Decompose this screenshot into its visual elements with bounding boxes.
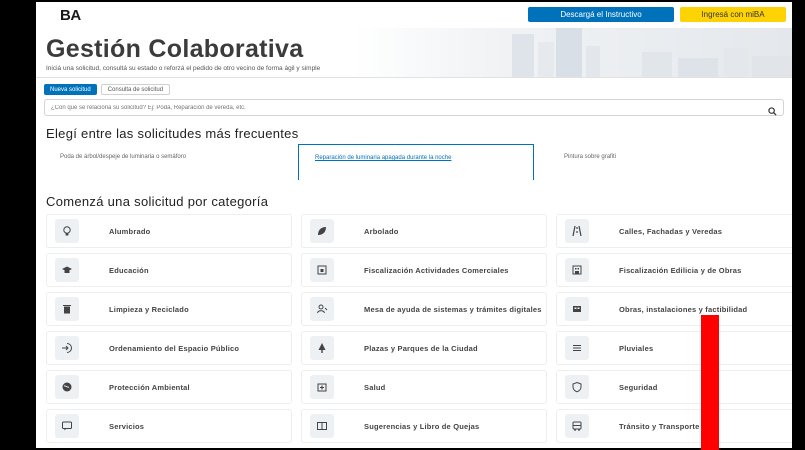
top-bar: BA Descargá el Instructivo Ingresá con m… bbox=[36, 2, 792, 28]
category-label: Educación bbox=[109, 265, 149, 275]
shield-icon bbox=[565, 375, 589, 399]
download-instructions-button[interactable]: Descargá el Instructivo bbox=[528, 7, 674, 22]
category-label: Protección Ambiental bbox=[109, 382, 190, 392]
ba-logo[interactable]: BA bbox=[60, 7, 81, 24]
tree-icon bbox=[310, 336, 334, 360]
request-tabs: Nueva solicitud Consulta de solicitud bbox=[36, 78, 792, 96]
medical-icon bbox=[310, 375, 334, 399]
building-icon bbox=[565, 258, 589, 282]
page-title: Gestión Colaborativa bbox=[46, 35, 304, 63]
category-label: Tránsito y Transporte bbox=[619, 421, 700, 431]
frequent-requests-list: Poda de árbol/despeje de luminaria o sem… bbox=[44, 144, 792, 180]
red-overlay-bar bbox=[701, 315, 719, 450]
category-card-ordenamiento[interactable]: Ordenamiento del Espacio Público bbox=[46, 331, 292, 365]
construction-icon bbox=[565, 297, 589, 321]
category-label: Fiscalización Actividades Comerciales bbox=[364, 265, 509, 275]
hero-banner: Gestión Colaborativa Iniciá una solicitu… bbox=[36, 28, 792, 78]
category-card-fiscalizacion-comercial[interactable]: Fiscalización Actividades Comerciales bbox=[301, 253, 547, 287]
frequent-item-tree-pruning[interactable]: Poda de árbol/despeje de luminaria o sem… bbox=[44, 144, 292, 180]
category-label: Calles, Fachadas y Veredas bbox=[619, 226, 723, 236]
category-label: Alumbrado bbox=[109, 226, 151, 236]
sign-in-icon bbox=[55, 336, 79, 360]
category-card-calles[interactable]: Calles, Fachadas y Veredas bbox=[556, 214, 792, 248]
category-card-arbolado[interactable]: Arbolado bbox=[301, 214, 547, 248]
category-card-seguridad[interactable]: Seguridad bbox=[556, 370, 792, 404]
categories-grid: Alumbrado Arbolado Calles, Fachadas y Ve… bbox=[36, 214, 792, 443]
frequent-item-graffiti[interactable]: Pintura sobre grafiti bbox=[534, 144, 782, 180]
category-card-educacion[interactable]: Educación bbox=[46, 253, 292, 287]
search-icon[interactable] bbox=[768, 103, 777, 121]
category-label: Salud bbox=[364, 382, 386, 392]
login-miba-button[interactable]: Ingresá con miBA bbox=[680, 7, 786, 22]
category-label: Ordenamiento del Espacio Público bbox=[109, 343, 240, 353]
drain-icon bbox=[565, 336, 589, 360]
category-card-mesa-ayuda[interactable]: Mesa de ayuda de sistemas y trámites dig… bbox=[301, 292, 547, 326]
search-input[interactable] bbox=[51, 104, 705, 111]
top-actions: Descargá el Instructivo Ingresá con miBA bbox=[528, 7, 786, 22]
chat-icon bbox=[55, 414, 79, 438]
category-card-limpieza[interactable]: Limpieza y Reciclado bbox=[46, 292, 292, 326]
tab-check-request[interactable]: Consulta de solicitud bbox=[100, 84, 171, 95]
search-bar bbox=[44, 99, 784, 116]
category-card-servicios[interactable]: Servicios bbox=[46, 409, 292, 443]
trash-icon bbox=[55, 297, 79, 321]
category-label: Limpieza y Reciclado bbox=[109, 304, 189, 314]
category-label: Sugerencias y Libro de Quejas bbox=[364, 421, 480, 431]
category-label: Mesa de ayuda de sistemas y trámites dig… bbox=[364, 304, 542, 314]
category-label: Fiscalización Edilicia y de Obras bbox=[619, 265, 742, 275]
category-label: Arbolado bbox=[364, 226, 399, 236]
lightbulb-icon bbox=[55, 219, 79, 243]
road-icon bbox=[565, 219, 589, 243]
category-label: Pluviales bbox=[619, 343, 654, 353]
category-card-obras[interactable]: Obras, instalaciones y factibilidad bbox=[556, 292, 792, 326]
store-icon bbox=[310, 258, 334, 282]
category-label: Seguridad bbox=[619, 382, 658, 392]
frequent-item-streetlight-repair[interactable]: Reparación de luminaria apagada durante … bbox=[298, 144, 534, 180]
category-label: Servicios bbox=[109, 421, 145, 431]
graduation-cap-icon bbox=[55, 258, 79, 282]
category-card-transito[interactable]: Tránsito y Transporte bbox=[556, 409, 792, 443]
category-card-salud[interactable]: Salud bbox=[301, 370, 547, 404]
frequent-requests-heading: Elegí entre las solicitudes más frecuent… bbox=[46, 126, 299, 141]
category-card-fiscalizacion-edilicia[interactable]: Fiscalización Edilicia y de Obras bbox=[556, 253, 792, 287]
tab-new-request[interactable]: Nueva solicitud bbox=[44, 84, 97, 95]
bus-icon bbox=[565, 414, 589, 438]
page: BA Descargá el Instructivo Ingresá con m… bbox=[36, 2, 792, 448]
page-subtitle: Iniciá una solicitud, consultá su estado… bbox=[46, 65, 321, 72]
category-card-pluviales[interactable]: Pluviales bbox=[556, 331, 792, 365]
category-label: Obras, instalaciones y factibilidad bbox=[619, 304, 748, 314]
support-icon bbox=[310, 297, 334, 321]
category-card-plazas[interactable]: Plazas y Parques de la Ciudad bbox=[301, 331, 547, 365]
city-skyline-image bbox=[512, 28, 792, 77]
category-card-proteccion-ambiental[interactable]: Protección Ambiental bbox=[46, 370, 292, 404]
book-icon bbox=[310, 414, 334, 438]
category-card-sugerencias[interactable]: Sugerencias y Libro de Quejas bbox=[301, 409, 547, 443]
category-label: Plazas y Parques de la Ciudad bbox=[364, 343, 478, 353]
globe-icon bbox=[55, 375, 79, 399]
category-card-alumbrado[interactable]: Alumbrado bbox=[46, 214, 292, 248]
categories-heading: Comenzá una solicitud por categoría bbox=[46, 194, 269, 209]
leaf-icon bbox=[310, 219, 334, 243]
